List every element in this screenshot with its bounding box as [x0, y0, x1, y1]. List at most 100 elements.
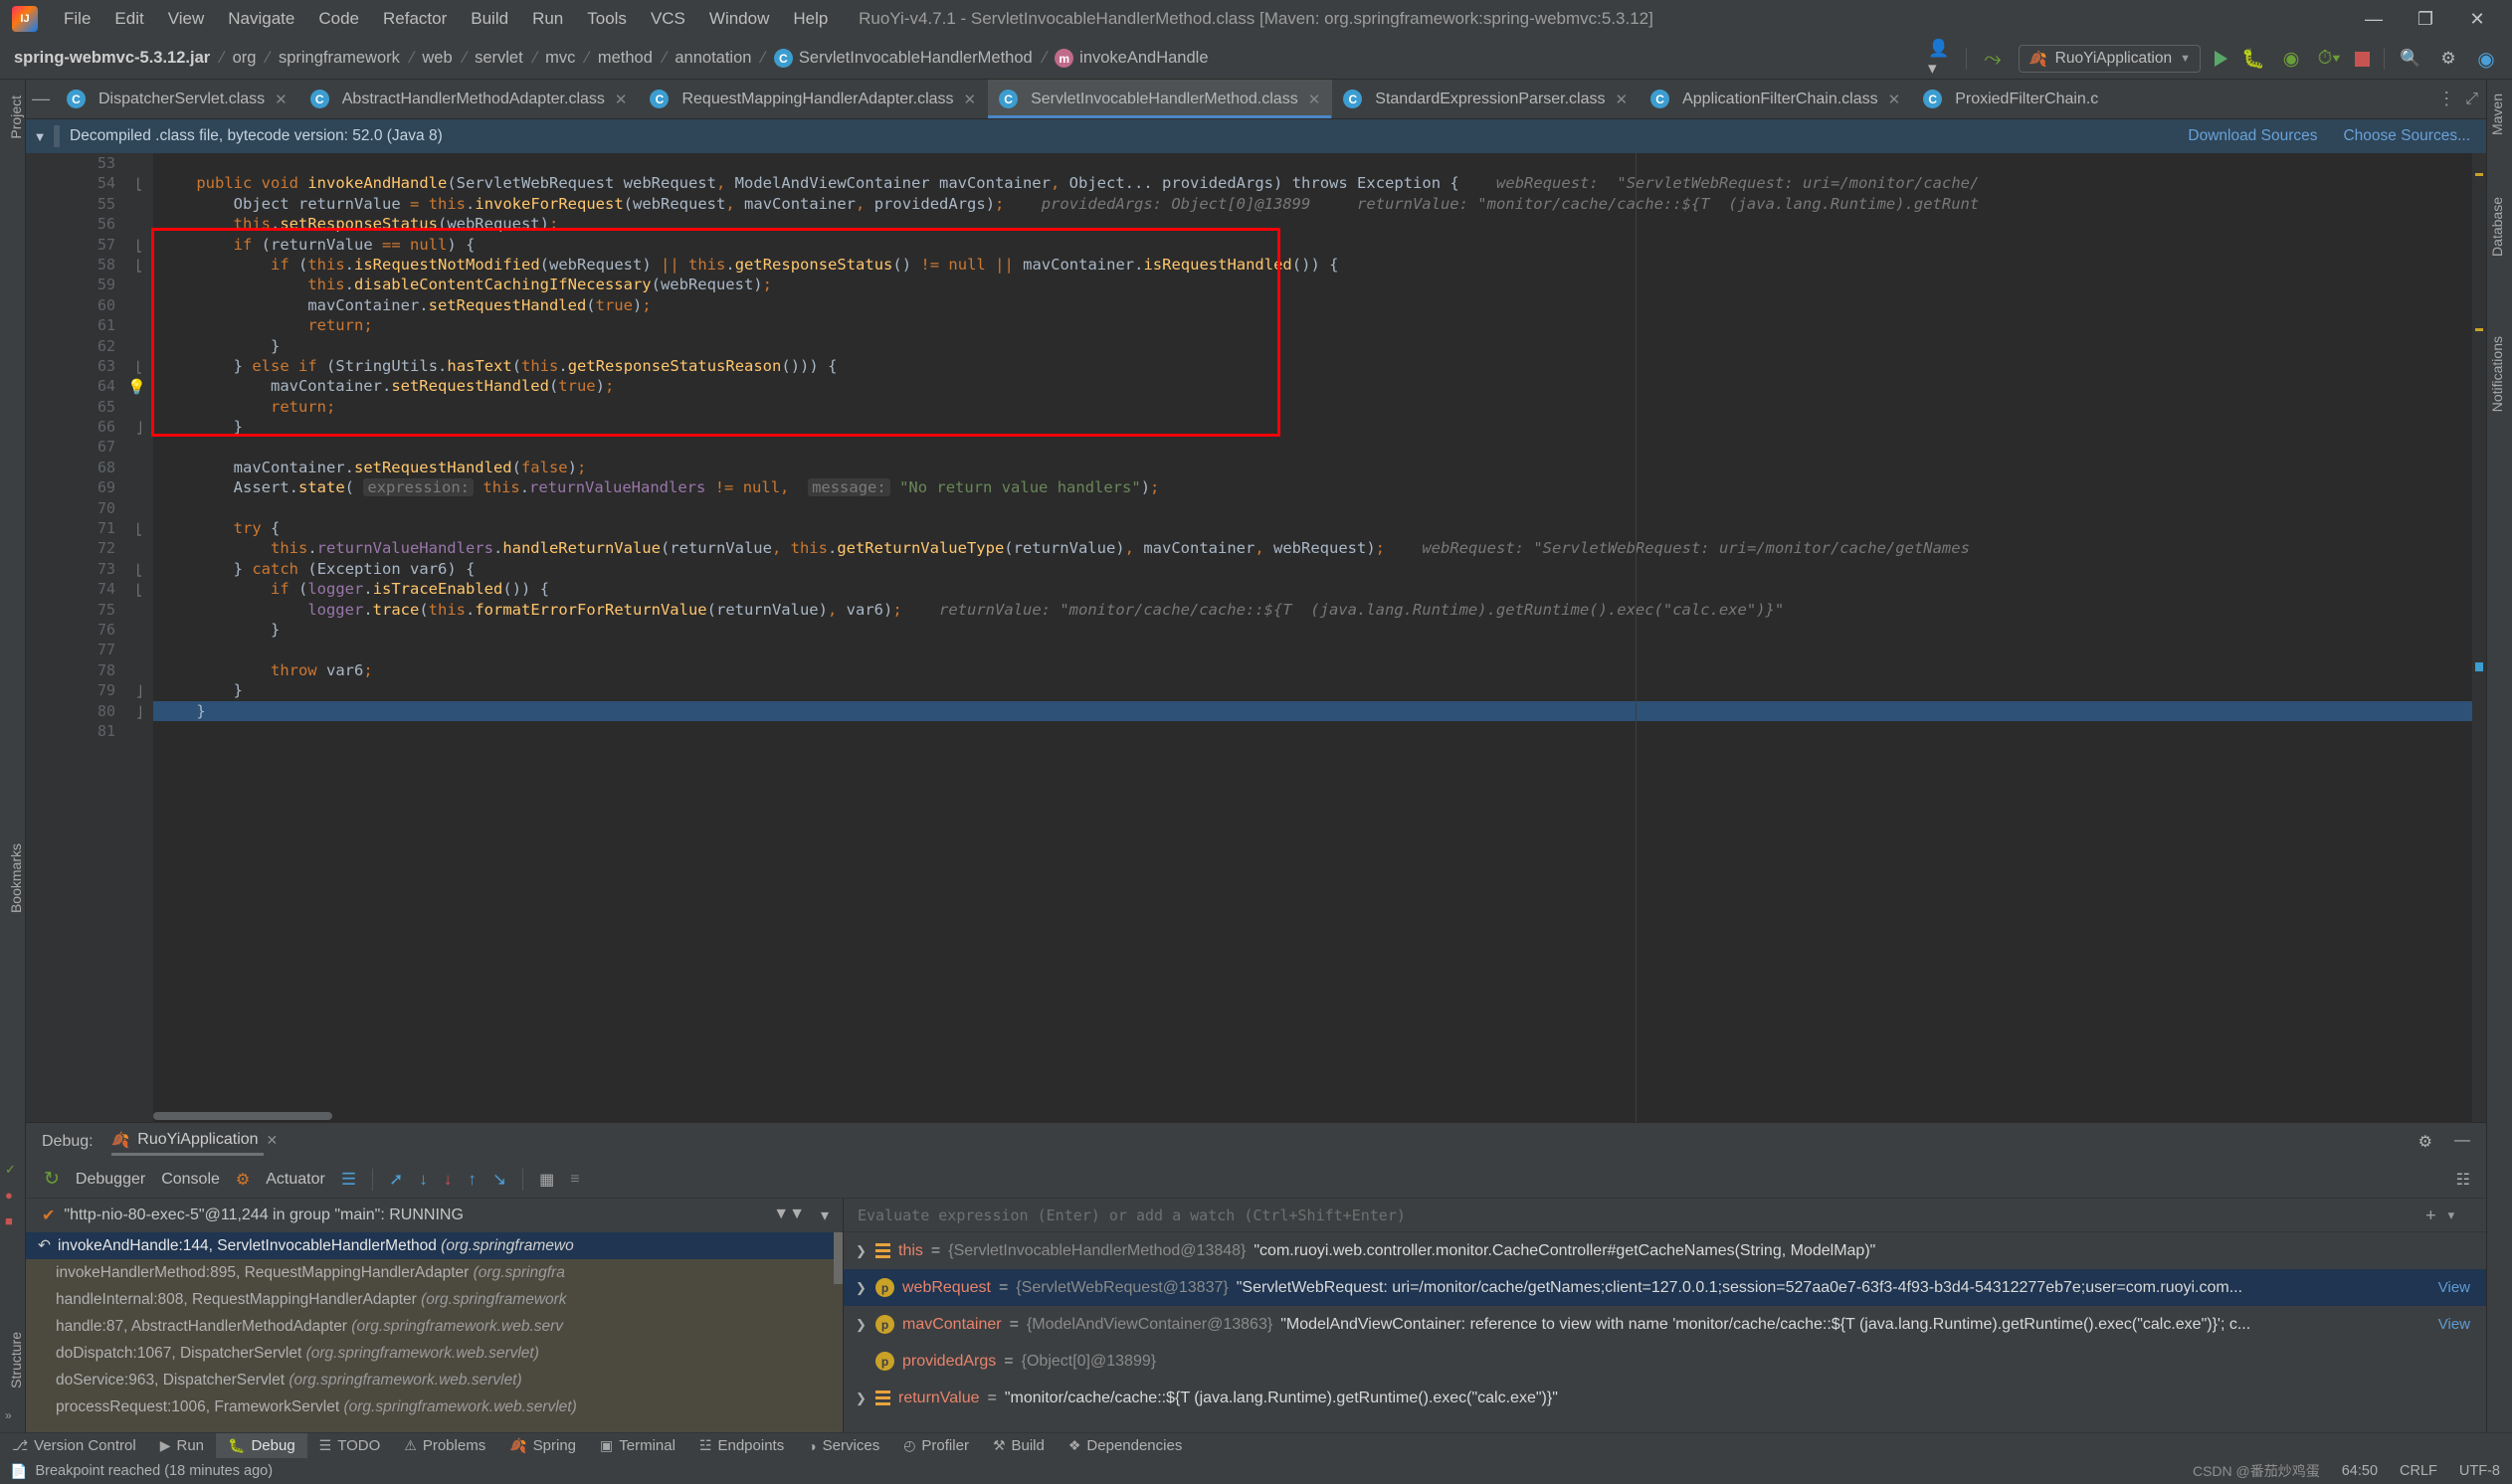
- breadcrumb-item-method[interactable]: method: [598, 49, 653, 68]
- breadcrumb-item-class[interactable]: C ServletInvocableHandlerMethod: [773, 49, 1033, 68]
- expand-editor-icon[interactable]: ⤢: [2465, 91, 2478, 108]
- rerun-icon[interactable]: ↻: [44, 1168, 60, 1191]
- code-line[interactable]: [153, 153, 2486, 173]
- editor-tab-standardexpressionparser[interactable]: C StandardExpressionParser.class ✕: [1332, 80, 1640, 118]
- tool-window-button-version-control[interactable]: ⎇ Version Control: [0, 1433, 148, 1459]
- sidebar-item-structure[interactable]: Structure: [4, 1324, 28, 1396]
- updates-icon[interactable]: ◉: [2474, 47, 2498, 71]
- menu-vcs[interactable]: VCS: [639, 5, 697, 33]
- run-to-cursor-icon[interactable]: ↘: [492, 1170, 506, 1190]
- collapse-tabs-icon[interactable]: —: [26, 80, 56, 118]
- menu-tools[interactable]: Tools: [575, 5, 639, 33]
- editor-marker-track[interactable]: [2472, 153, 2486, 1122]
- user-account-icon[interactable]: 👤▾: [1928, 39, 1952, 78]
- caret-position[interactable]: 64:50: [2342, 1463, 2378, 1479]
- tool-window-button-services[interactable]: ◑ Services: [796, 1433, 891, 1459]
- evaluate-expression-icon[interactable]: ▦: [539, 1170, 554, 1190]
- tool-window-button-dependencies[interactable]: ❖ Dependencies: [1057, 1433, 1194, 1459]
- tool-window-button-problems[interactable]: ⚠ Problems: [392, 1433, 497, 1459]
- sidebar-item-notifications[interactable]: Notifications: [2485, 328, 2509, 420]
- more-icon[interactable]: »: [5, 1408, 21, 1424]
- code-line[interactable]: [153, 498, 2486, 518]
- breadcrumb-item-web[interactable]: web: [422, 49, 452, 68]
- code-line[interactable]: try {: [153, 518, 2486, 538]
- code-line[interactable]: }: [153, 417, 2486, 437]
- close-icon[interactable]: ✕: [1308, 91, 1321, 108]
- breadcrumb-item-servlet[interactable]: servlet: [475, 49, 523, 68]
- code-line[interactable]: mavContainer.setRequestHandled(false);: [153, 458, 2486, 477]
- stack-frames-list[interactable]: ↶ invokeAndHandle:144, ServletInvocableHa…: [26, 1232, 843, 1432]
- intention-bulb-icon[interactable]: 💡: [127, 378, 146, 396]
- view-value-link[interactable]: View: [2438, 1316, 2486, 1333]
- code-line[interactable]: throw var6;: [153, 660, 2486, 680]
- variable-row[interactable]: ❯ p mavContainer = {ModelAndViewContainer@13…: [844, 1306, 2486, 1343]
- code-line[interactable]: if (returnValue == null) {: [153, 235, 2486, 255]
- variable-row[interactable]: p providedArgs = {Object[0]@13899}: [844, 1343, 2486, 1380]
- code-line[interactable]: [153, 721, 2486, 741]
- watch-expression-input[interactable]: Evaluate expression (Enter) or add a wat…: [844, 1199, 2486, 1232]
- tool-window-button-endpoints[interactable]: ☳ Endpoints: [687, 1433, 796, 1459]
- editor-tab-requestmappinghandleradapter[interactable]: C RequestMappingHandlerAdapter.class ✕: [639, 80, 988, 118]
- breadcrumb-item-jar[interactable]: spring-webmvc-5.3.12.jar: [14, 49, 210, 68]
- variables-list[interactable]: ❯ this = {ServletInvocableHandlerMethod@138…: [844, 1232, 2486, 1416]
- download-sources-link[interactable]: Download Sources: [2188, 127, 2317, 145]
- fold-marker[interactable]: ⎣: [125, 559, 153, 579]
- sidebar-item-project[interactable]: Project: [4, 88, 28, 147]
- editor-tab-applicationfilterchain[interactable]: C ApplicationFilterChain.class ✕: [1640, 80, 1912, 118]
- add-watch-icon[interactable]: + ▾: [2425, 1206, 2486, 1225]
- tool-window-button-spring[interactable]: 🍂 Spring: [497, 1433, 588, 1459]
- stack-frame-row[interactable]: handle:87, AbstractHandlerMethodAdapter …: [26, 1313, 843, 1340]
- fold-marker[interactable]: ⎦: [125, 701, 153, 721]
- stack-frame-row[interactable]: processRequest:1006, FrameworkServlet (o…: [26, 1393, 843, 1420]
- debug-button[interactable]: 🐛: [2241, 47, 2265, 71]
- thread-selector[interactable]: ✔ "http-nio-80-exec-5"@11,244 in group "…: [26, 1199, 843, 1232]
- stack-frame-row[interactable]: handleInternal:808, RequestMappingHandle…: [26, 1286, 843, 1313]
- code-line[interactable]: this.disableContentCachingIfNecessary(we…: [153, 275, 2486, 294]
- variable-row[interactable]: ❯ returnValue = "monitor/cache/cache::${T (…: [844, 1380, 2486, 1416]
- close-icon[interactable]: ✕: [275, 91, 288, 108]
- menu-code[interactable]: Code: [306, 5, 371, 33]
- step-out-icon[interactable]: ↑: [468, 1170, 477, 1190]
- fold-marker[interactable]: ⎣: [125, 579, 153, 599]
- code-line[interactable]: this.returnValueHandlers.handleReturnVal…: [153, 538, 2486, 558]
- breadcrumb-item-method-name[interactable]: m invokeAndHandle: [1055, 49, 1209, 68]
- code-line[interactable]: return;: [153, 397, 2486, 417]
- fold-marker[interactable]: ⎦: [125, 417, 153, 437]
- frames-scrollbar[interactable]: [834, 1232, 843, 1284]
- close-icon[interactable]: ✕: [1888, 91, 1901, 108]
- fold-marker[interactable]: ⎣: [125, 255, 153, 275]
- run-button[interactable]: [2215, 51, 2227, 67]
- step-into-icon[interactable]: ↓: [419, 1170, 428, 1190]
- stack-frame-row[interactable]: ↶ invokeAndHandle:144, ServletInvocableHa…: [26, 1232, 843, 1259]
- commit-icon[interactable]: ✓: [5, 1162, 21, 1178]
- chevron-down-icon[interactable]: ▼: [26, 129, 54, 144]
- code-line[interactable]: if (logger.isTraceEnabled()) {: [153, 579, 2486, 599]
- code-line[interactable]: Assert.state( expression: this.returnVal…: [153, 477, 2486, 497]
- fold-marker[interactable]: ⎣: [125, 356, 153, 376]
- record-icon[interactable]: ●: [5, 1188, 21, 1204]
- settings-list-icon[interactable]: ≡: [570, 1171, 579, 1189]
- tool-window-button-run[interactable]: ▶ Run: [148, 1433, 216, 1459]
- debug-session-tab[interactable]: 🍂 RuoYiApplication ✕: [110, 1131, 278, 1156]
- menu-navigate[interactable]: Navigate: [216, 5, 306, 33]
- editor-horizontal-scrollbar[interactable]: [153, 1112, 332, 1120]
- filter-icon[interactable]: ▼▼: [773, 1206, 805, 1225]
- chevron-down-icon[interactable]: ▾: [821, 1206, 829, 1225]
- stack-frame-row[interactable]: doDispatch:1067, DispatcherServlet (org.…: [26, 1340, 843, 1367]
- code-line[interactable]: this.setResponseStatus(webRequest);: [153, 214, 2486, 234]
- close-icon[interactable]: ✕: [964, 91, 977, 108]
- close-icon[interactable]: ✕: [615, 91, 628, 108]
- profiler-button[interactable]: ⏱▾: [2317, 47, 2341, 71]
- fold-marker[interactable]: ⎣: [125, 518, 153, 538]
- expand-arrow-icon[interactable]: ❯: [856, 1391, 868, 1406]
- code-line[interactable]: logger.trace(this.formatErrorForReturnVa…: [153, 600, 2486, 620]
- code-line[interactable]: [153, 640, 2486, 659]
- close-icon[interactable]: ✕: [1616, 91, 1629, 108]
- force-step-into-icon[interactable]: ↓: [444, 1170, 453, 1190]
- tab-actuator[interactable]: Actuator: [266, 1171, 325, 1189]
- code-line[interactable]: } catch (Exception var6) {: [153, 559, 2486, 579]
- tool-window-button-debug[interactable]: 🐛 Debug: [216, 1432, 307, 1459]
- update-project-icon[interactable]: ⤳: [1981, 46, 2005, 71]
- code-content[interactable]: public void invokeAndHandle(ServletWebRe…: [153, 153, 2486, 1122]
- code-line[interactable]: [153, 437, 2486, 457]
